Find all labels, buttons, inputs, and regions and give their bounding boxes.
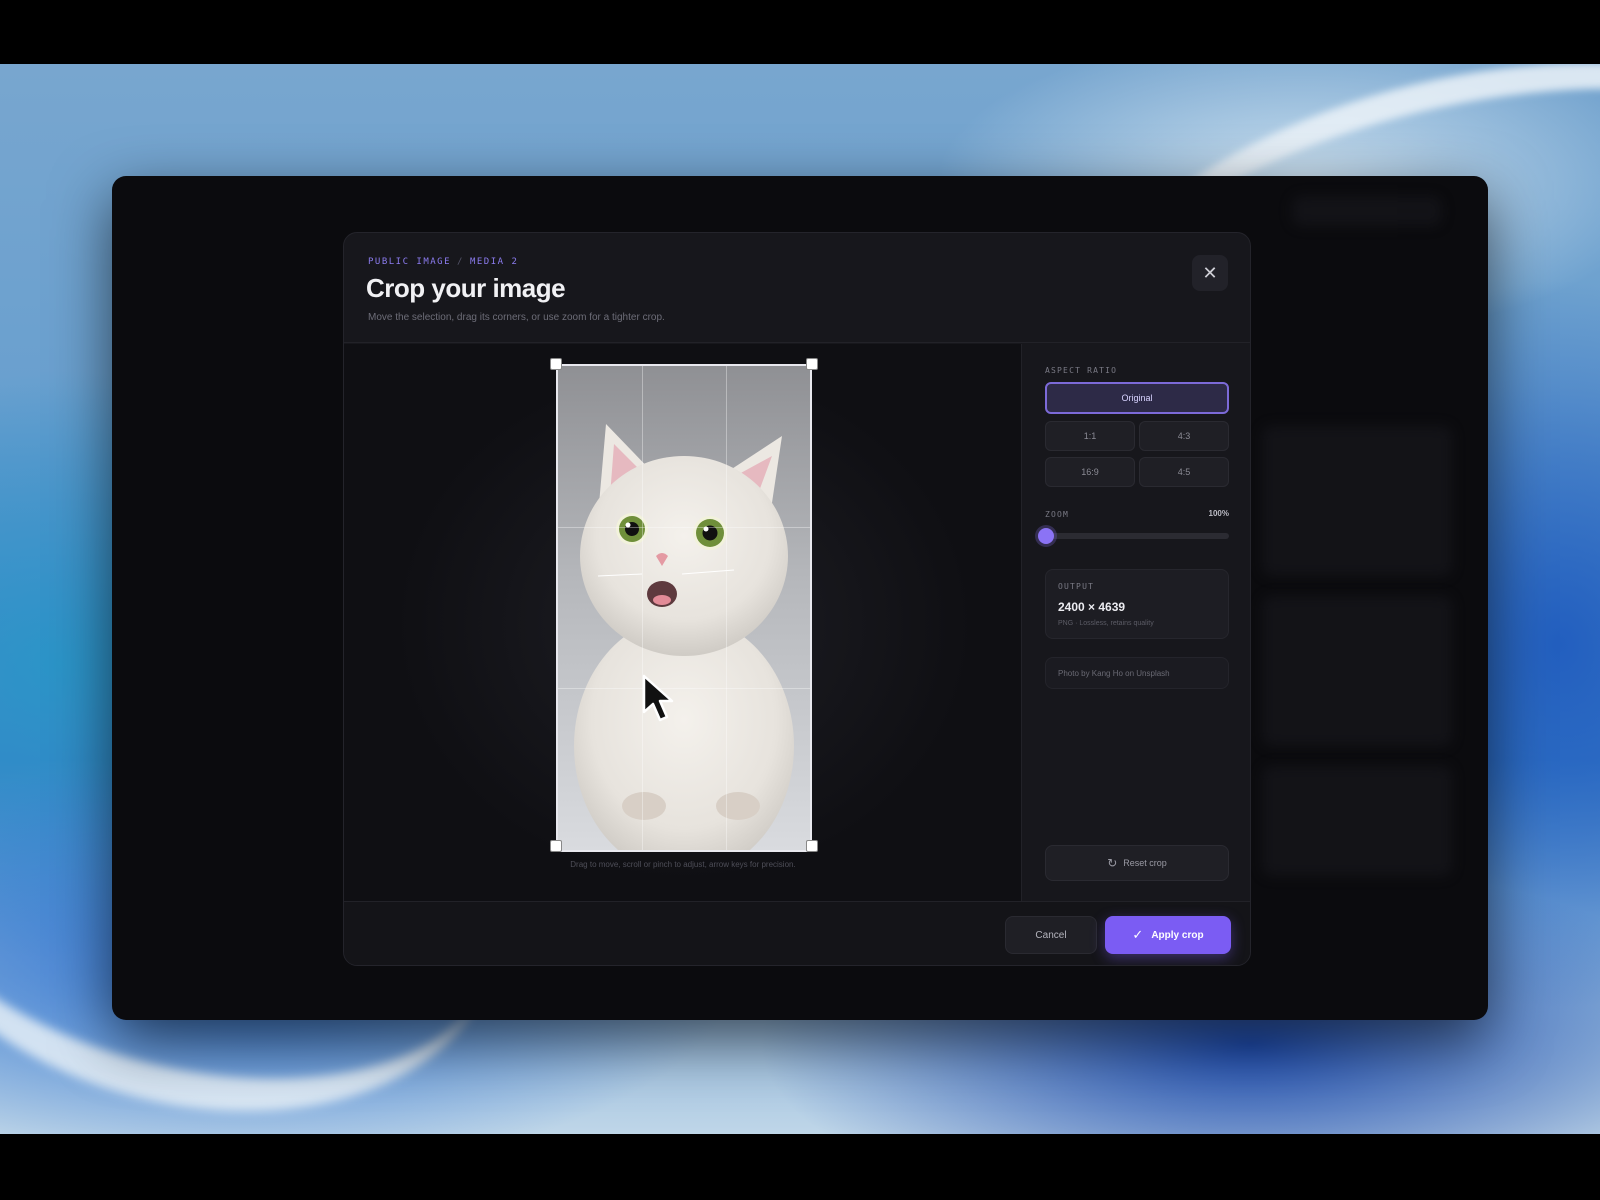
ratio-4-3-button[interactable]: 4:3 [1139,421,1229,451]
blurred-thumbnail [1262,766,1452,876]
apply-crop-label: Apply crop [1151,929,1204,941]
close-icon: ✕ [1202,262,1218,283]
breadcrumb: PUBLIC IMAGE / MEDIA 2 [368,257,518,267]
output-format: PNG · Lossless, retains quality [1058,620,1154,627]
grid-line [558,688,810,689]
letterbox-top [0,0,1600,64]
breadcrumb-item: MEDIA 2 [469,257,519,267]
reset-crop-button[interactable]: ↻ Reset crop [1045,845,1229,881]
cat-photo [558,366,810,850]
zoom-slider-track[interactable] [1045,533,1229,539]
breadcrumb-separator: / [457,257,464,267]
crop-handle-top-right[interactable] [806,358,818,370]
grid-line [726,366,727,850]
ratio-1-1-button[interactable]: 1:1 [1045,421,1135,451]
output-label: OUTPUT [1058,582,1095,591]
blurred-toolbar [1292,196,1442,226]
blurred-thumbnail [1262,596,1452,746]
close-button[interactable]: ✕ [1192,255,1228,291]
ratio-4-5-button[interactable]: 4:5 [1139,457,1229,487]
crop-handle-bottom-left[interactable] [550,840,562,852]
output-card: OUTPUT 2400 × 4639 PNG · Lossless, retai… [1045,569,1229,639]
zoom-value: 100% [1208,509,1229,518]
aspect-ratio-label: ASPECT RATIO [1045,366,1118,375]
mouse-cursor-icon [642,674,674,722]
output-dimensions: 2400 × 4639 [1058,600,1126,614]
grid-line [558,527,810,528]
crop-canvas[interactable]: Drag to move, scroll or pinch to adjust,… [344,344,1022,901]
dialog-title: Crop your image [366,273,566,303]
check-icon: ✓ [1132,927,1144,942]
crop-selection[interactable] [556,364,812,852]
reset-crop-label: Reset crop [1123,858,1167,868]
ratio-16-9-button[interactable]: 16:9 [1045,457,1135,487]
zoom-slider-thumb[interactable] [1038,528,1054,544]
cancel-button[interactable]: Cancel [1005,916,1097,954]
reset-icon: ↻ [1107,856,1118,870]
zoom-label: ZOOM [1045,510,1070,519]
breadcrumb-item: PUBLIC IMAGE [368,257,452,267]
photo-credit: Photo by Kang Ho on Unsplash [1045,657,1229,689]
crop-handle-bottom-right[interactable] [806,840,818,852]
crop-handle-top-left[interactable] [550,358,562,370]
dialog-footer: Cancel ✓ Apply crop [344,901,1250,965]
crop-hint: Drag to move, scroll or pinch to adjust,… [570,860,796,869]
dialog-subtitle: Move the selection, drag its corners, or… [368,312,665,323]
apply-crop-button[interactable]: ✓ Apply crop [1105,916,1231,954]
grid-line [642,366,643,850]
dialog-header: PUBLIC IMAGE / MEDIA 2 Crop your image Mov… [344,233,1250,343]
letterbox-bottom [0,1134,1600,1200]
crop-dialog: PUBLIC IMAGE / MEDIA 2 Crop your image Mov… [343,232,1251,966]
crop-settings-panel: ASPECT RATIO Original 1:1 4:3 16:9 4:5 Z… [1023,344,1250,901]
blurred-thumbnail [1262,426,1452,576]
ratio-original-button[interactable]: Original [1045,382,1229,414]
